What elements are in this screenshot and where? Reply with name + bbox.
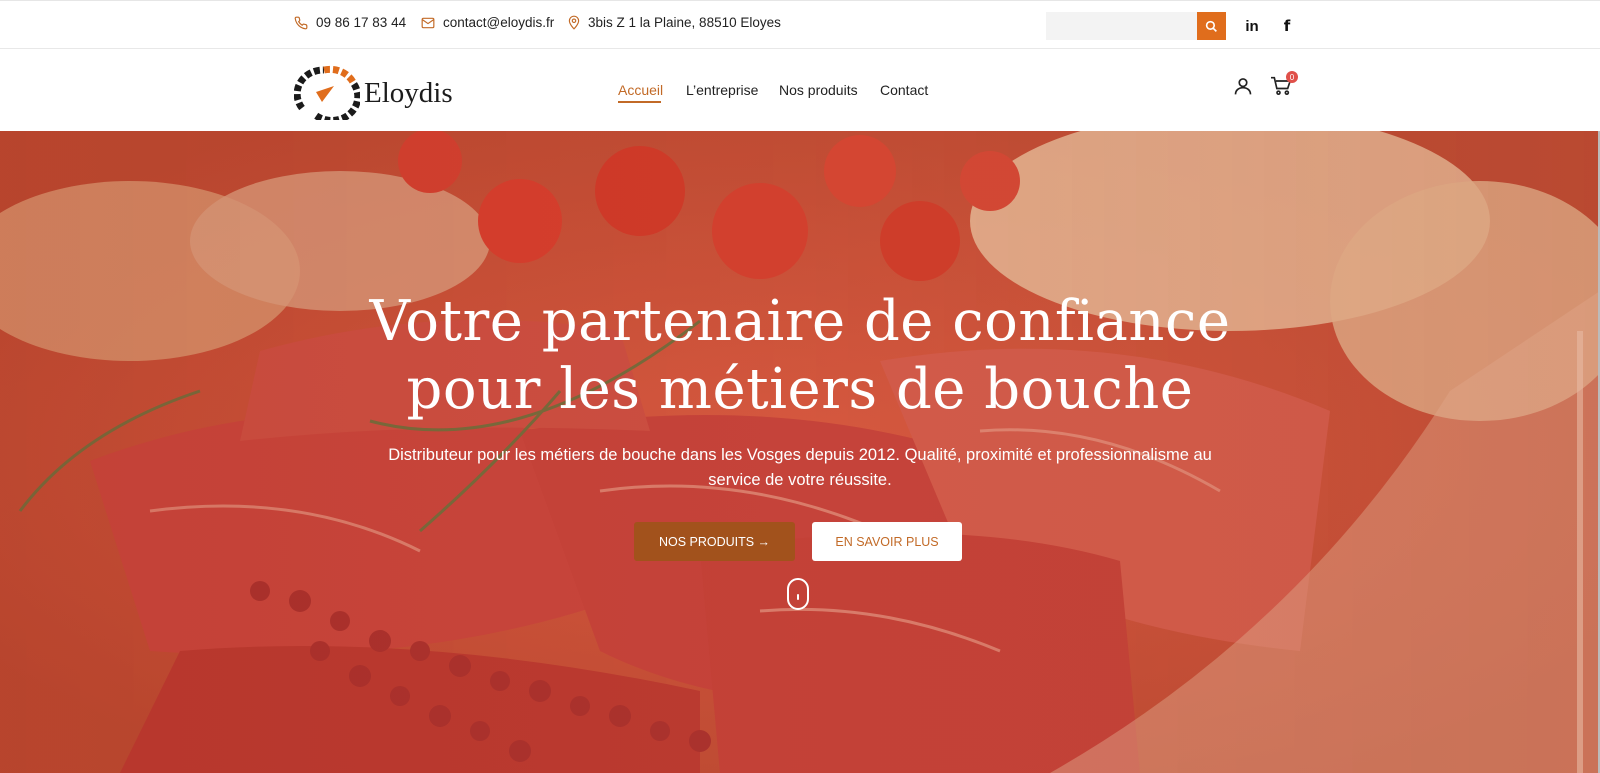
logo[interactable]: Eloydis (294, 62, 453, 120)
logo-text: Eloydis (364, 76, 453, 109)
phone-icon (294, 16, 308, 29)
hero-subtitle: Distributeur pour les métiers de bouche … (388, 446, 1212, 489)
nav-item-contact[interactable]: Contact (880, 82, 928, 98)
nav-item-accueil[interactable]: Accueil (618, 82, 663, 98)
en-savoir-plus-button[interactable]: EN SAVOIR PLUS (812, 522, 962, 561)
search-button[interactable] (1197, 12, 1226, 40)
top-bar: 09 86 17 83 44 contact@eloydis.fr 3bis Z… (0, 0, 1600, 49)
scroll-dot (797, 594, 799, 600)
mail-icon (421, 17, 435, 28)
user-icon[interactable] (1233, 76, 1253, 96)
address-text: 3bis Z 1 la Plaine, 88510 Eloyes (588, 15, 781, 30)
email-contact[interactable]: contact@eloydis.fr (421, 15, 554, 30)
nav-active-underline (618, 101, 661, 103)
main-header: Eloydis Accueil L’entreprise Nos produit… (0, 49, 1600, 131)
phone-contact[interactable]: 09 86 17 83 44 (294, 15, 406, 30)
scroll-down-icon[interactable] (787, 578, 809, 610)
hero-title-line-1: Votre partenaire de confiance (369, 289, 1231, 354)
search-input[interactable] (1046, 12, 1197, 40)
linkedin-icon[interactable]: in (1241, 15, 1263, 37)
address-contact: 3bis Z 1 la Plaine, 88510 Eloyes (568, 15, 781, 30)
hero-title-line-2: pour les métiers de bouche (406, 357, 1194, 422)
email-address: contact@eloydis.fr (443, 15, 555, 30)
logo-mark (294, 65, 360, 120)
phone-number: 09 86 17 83 44 (316, 15, 407, 30)
nav-item-produits[interactable]: Nos produits (779, 82, 858, 98)
cart-count-badge: 0 (1286, 71, 1298, 83)
search-icon (1205, 20, 1217, 32)
nav-item-entreprise[interactable]: L’entreprise (686, 82, 758, 98)
hero-section: Votre partenaire de confiance pour les m… (0, 131, 1600, 773)
nos-produits-button[interactable]: NOS PRODUITS → (634, 522, 795, 561)
hero-title: Votre partenaire de confiance pour les m… (0, 288, 1600, 424)
location-pin-icon (568, 15, 580, 30)
facebook-icon[interactable]: f (1276, 15, 1298, 37)
